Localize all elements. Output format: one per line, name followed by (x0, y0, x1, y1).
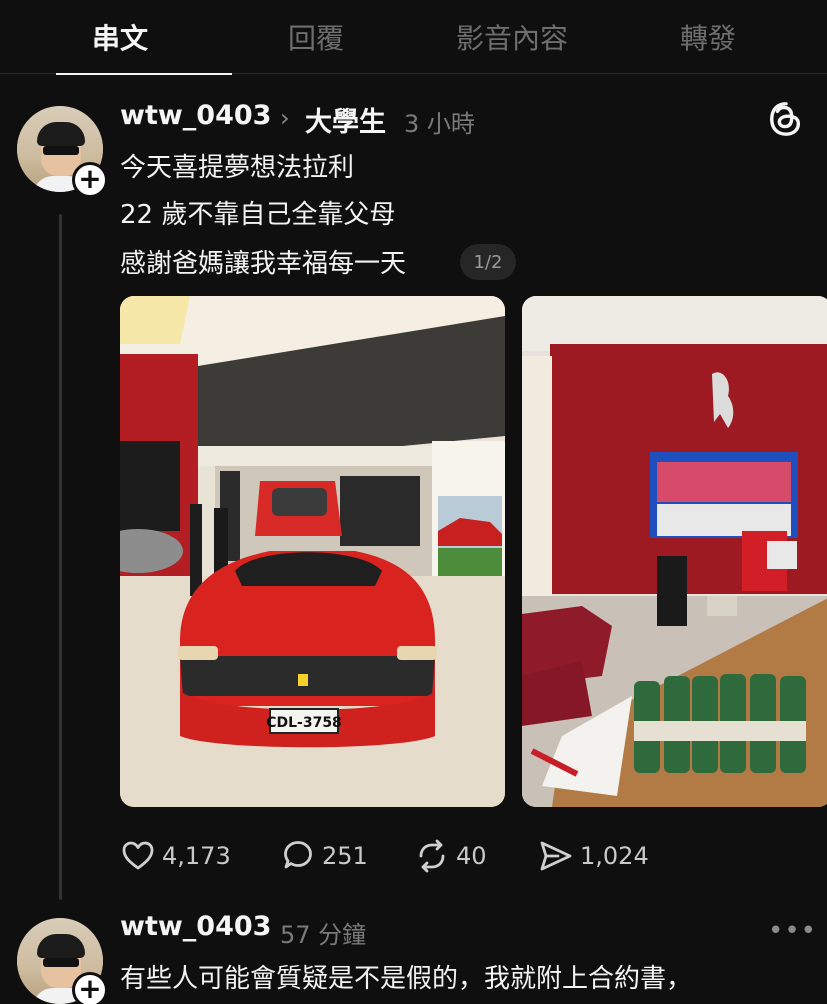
tab-threads[interactable]: 串文 (22, 0, 232, 75)
thread-connector-line (59, 214, 62, 900)
avatar-glasses (43, 958, 79, 967)
repost-icon (419, 839, 445, 873)
chevron-right-icon: › (280, 104, 290, 132)
topic-tag[interactable]: 大學生 (305, 100, 386, 139)
follow-plus-icon[interactable]: + (72, 162, 108, 198)
username[interactable]: wtw_0403 (120, 100, 271, 131)
comment-button[interactable]: 251 (280, 838, 368, 874)
photo-ferrari-showroom[interactable]: CDL-3758 (120, 296, 505, 807)
username[interactable]: wtw_0403 (120, 911, 271, 942)
heart-icon (122, 841, 154, 870)
tab-reposts[interactable]: 轉發 (610, 0, 806, 74)
photo-ferrari-meeting-room[interactable] (522, 296, 827, 807)
avatar-glasses (43, 146, 79, 155)
like-count: 4,173 (162, 842, 231, 870)
repost-button[interactable]: 40 (414, 838, 487, 874)
threads-logo-icon[interactable] (767, 100, 805, 138)
post-text-line-1: 今天喜提夢想法拉利 (120, 153, 355, 183)
license-plate-text: CDL-3758 (266, 715, 342, 731)
avatar-hair (37, 934, 85, 958)
post-time: 57 分鐘 (280, 921, 367, 949)
profile-tabs: 串文 回覆 影音內容 轉發 (0, 0, 827, 75)
tab-media[interactable]: 影音內容 (414, 0, 610, 74)
share-count: 1,024 (580, 842, 649, 870)
follow-plus-icon[interactable]: + (72, 972, 108, 1004)
image-page-indicator: 1/2 (460, 244, 516, 280)
ferrari-meeting-room-image (522, 296, 827, 807)
post-text-line-1: 有些人可能會質疑是不是假的，我就附上合約書， (120, 964, 693, 994)
comment-count: 251 (322, 842, 368, 870)
post-text-line-3: 感謝爸媽讓我幸福每一天 (120, 249, 407, 279)
post-text-line-2: 22 歲不靠自己全靠父母 (120, 200, 396, 230)
like-button[interactable]: 4,173 (120, 838, 231, 874)
ferrari-showroom-image: CDL-3758 (120, 296, 505, 807)
more-dots-icon[interactable]: ••• (768, 916, 817, 946)
share-button[interactable]: 1,024 (538, 838, 649, 874)
tab-replies[interactable]: 回覆 (218, 0, 414, 74)
post-time: 3 小時 (404, 110, 475, 138)
avatar-hair (37, 122, 85, 146)
share-icon (540, 841, 572, 871)
repost-count: 40 (456, 842, 487, 870)
comment-icon (284, 841, 312, 869)
